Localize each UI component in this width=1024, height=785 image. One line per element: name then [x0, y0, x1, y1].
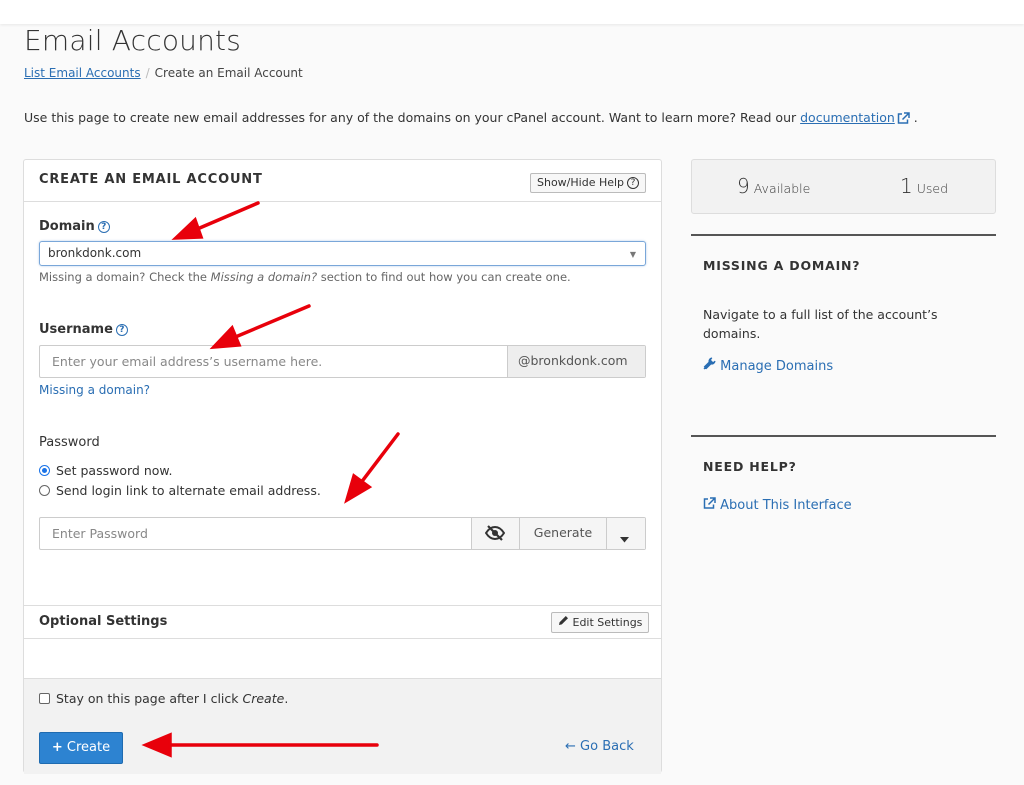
form-footer: Stay on this page after I click Create. …	[24, 678, 661, 774]
documentation-link[interactable]: documentation	[800, 110, 895, 125]
caret-down-icon	[620, 531, 629, 546]
domain-label: Domain?	[39, 219, 110, 234]
need-help-title: NEED HELP?	[703, 459, 797, 474]
username-help-icon[interactable]: ?	[115, 324, 128, 336]
arrow-left-icon: ←	[565, 739, 576, 754]
breadcrumb-separator: /	[145, 66, 150, 80]
radio-send-login-link[interactable]: Send login link to alternate email addre…	[39, 483, 321, 498]
radio-unselected-icon	[39, 485, 50, 496]
password-input-group: Enter Password Generate	[39, 517, 646, 550]
domain-hint-em: Missing a domain?	[210, 270, 318, 284]
domain-select[interactable]: bronkdonk.com ▼	[39, 241, 646, 266]
manage-domains-link[interactable]: Manage Domains	[703, 357, 833, 374]
intro-text: Use this page to create new email addres…	[24, 110, 918, 127]
password-label: Password	[39, 435, 100, 450]
optional-settings-title: Optional Settings	[39, 614, 168, 629]
radio-set-password-label: Set password now.	[56, 463, 173, 478]
show-hide-help-label: Show/Hide Help	[537, 176, 625, 189]
manage-domains-label: Manage Domains	[720, 359, 834, 374]
missing-domain-title: MISSING A DOMAIN?	[703, 258, 861, 273]
sidebar-divider	[691, 435, 996, 437]
username-label-text: Username	[39, 322, 113, 337]
edit-settings-label: Edit Settings	[572, 616, 643, 629]
intro-sentence: Use this page to create new email addres…	[24, 110, 801, 125]
top-bar	[0, 0, 1024, 24]
create-email-panel: CREATE AN EMAIL ACCOUNT Show/Hide Help? …	[23, 159, 662, 774]
panel-title: CREATE AN EMAIL ACCOUNT	[39, 172, 263, 187]
stay-em: Create	[242, 691, 285, 706]
create-button-label: Create	[66, 740, 111, 755]
sidebar-divider	[691, 234, 996, 236]
radio-set-password[interactable]: Set password now.	[39, 463, 172, 478]
domain-help-icon[interactable]: ?	[97, 221, 110, 233]
pencil-icon	[558, 616, 569, 629]
password-input[interactable]: Enter Password	[52, 526, 148, 541]
domain-label-text: Domain	[39, 219, 95, 234]
username-input[interactable]: Enter your email address’s username here…	[52, 354, 322, 369]
used-label: Used	[916, 181, 949, 196]
username-domain-suffix: @bronkdonk.com	[507, 346, 645, 377]
wrench-icon	[703, 357, 716, 374]
breadcrumb-list-email-accounts[interactable]: List Email Accounts	[24, 66, 141, 80]
stay-post: .	[284, 691, 289, 706]
radio-send-link-label: Send login link to alternate email addre…	[56, 483, 321, 498]
create-button[interactable]: + Create	[39, 732, 123, 764]
intro-end: .	[913, 110, 918, 125]
about-interface-link[interactable]: About This Interface	[703, 497, 852, 513]
domain-hint-pre: Missing a domain? Check the	[39, 270, 211, 284]
show-hide-help-button[interactable]: Show/Hide Help?	[530, 173, 647, 193]
missing-domain-link[interactable]: Missing a domain?	[39, 383, 150, 397]
available-label: Available	[753, 181, 811, 196]
go-back-label: Go Back	[580, 739, 634, 754]
panel-header: CREATE AN EMAIL ACCOUNT Show/Hide Help?	[24, 160, 661, 202]
username-label: Username?	[39, 322, 128, 337]
breadcrumb-current: Create an Email Account	[154, 66, 303, 80]
domain-hint-post: section to find out how you can create o…	[317, 270, 571, 284]
username-input-group: Enter your email address’s username here…	[39, 345, 646, 378]
checkbox-icon	[39, 693, 50, 704]
external-link-icon	[897, 112, 910, 127]
domain-select-value: bronkdonk.com	[48, 246, 142, 260]
missing-domain-text: Navigate to a full list of the account’s…	[703, 307, 938, 341]
page-title: Email Accounts	[24, 24, 242, 57]
generate-password-button[interactable]: Generate	[519, 518, 606, 549]
edit-settings-button[interactable]: Edit Settings	[551, 612, 650, 633]
available-count: 9	[737, 174, 750, 198]
account-stats: 9 Available 1 Used	[691, 159, 996, 214]
breadcrumb: List Email Accounts / Create an Email Acco…	[24, 66, 303, 80]
toggle-visibility-button[interactable]	[471, 518, 519, 549]
stay-on-page-checkbox[interactable]: Stay on this page after I click Create.	[39, 691, 288, 706]
dropdown-caret-icon: ▼	[629, 250, 636, 259]
optional-settings-header: Optional Settings Edit Settings	[24, 605, 661, 639]
domain-hint: Missing a domain? Check the Missing a do…	[39, 270, 571, 284]
stay-pre: Stay on this page after I click	[56, 691, 243, 706]
generate-options-button[interactable]	[606, 518, 645, 549]
help-circle-icon: ?	[627, 177, 640, 189]
available-stat: 9 Available	[737, 174, 810, 198]
go-back-link[interactable]: ← Go Back	[565, 739, 634, 754]
plus-icon: +	[51, 740, 63, 755]
used-stat: 1 Used	[900, 174, 948, 198]
about-interface-label: About This Interface	[720, 498, 852, 513]
external-link-icon	[703, 497, 716, 513]
used-count: 1	[900, 174, 913, 198]
radio-selected-icon	[39, 465, 50, 476]
eye-slash-icon	[484, 525, 506, 544]
